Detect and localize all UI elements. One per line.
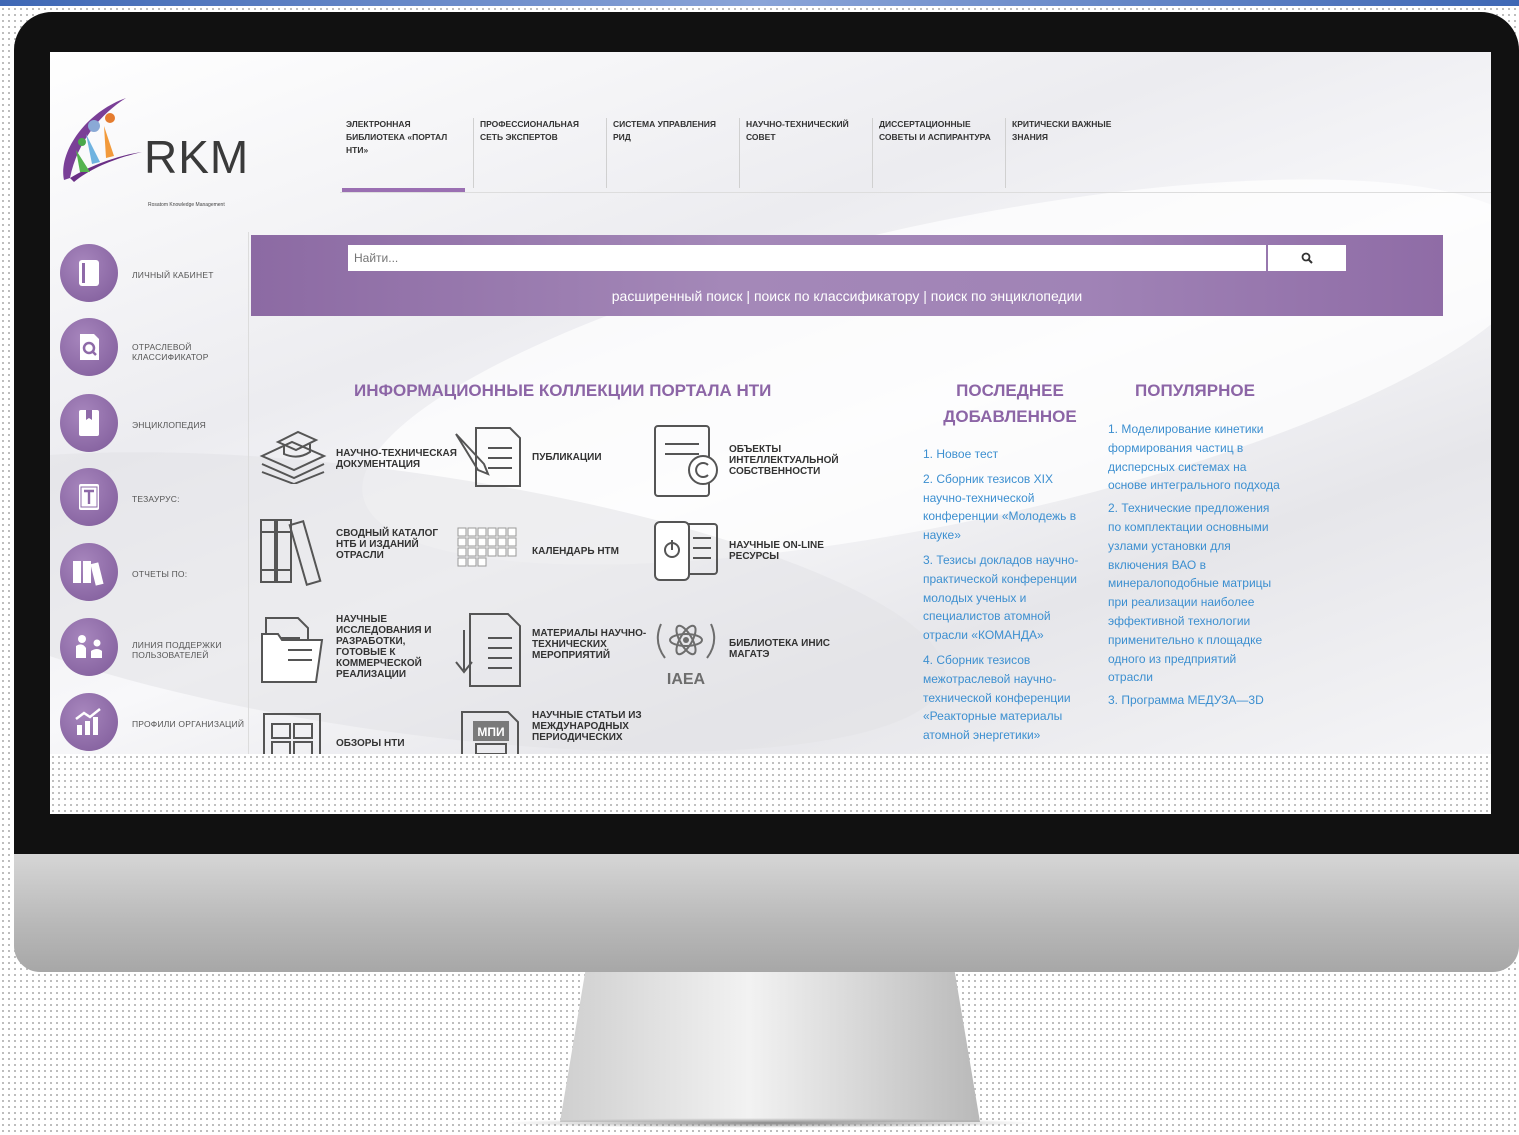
sidebar-item-encyclopedia[interactable]: ЭНЦИКЛОПЕДИЯ	[60, 394, 260, 454]
collection-label: ПУБЛИКАЦИИ	[532, 452, 602, 463]
nav-divider	[340, 192, 1491, 193]
collection-label: ОБЗОРЫ НТИ	[336, 738, 405, 749]
collection-online-resources[interactable]: НАУЧНЫЕ ON-LINE РЕСУРСЫ	[651, 518, 851, 598]
sidebar-item-label: ЭНЦИКЛОПЕДИЯ	[132, 420, 206, 430]
sidebar-item-label: ТЕЗАУРУС:	[132, 494, 180, 504]
stand-shadow	[500, 1118, 1040, 1128]
support-icon	[60, 618, 118, 676]
monitor-chin	[14, 854, 1519, 972]
sidebar-item-organization-profiles[interactable]: ПРОФИЛИ ОРГАНИЗАЦИЙ	[60, 693, 260, 753]
collection-technical-documentation[interactable]: НАУЧНО-ТЕХНИЧЕСКАЯ ДОКУМЕНТАЦИЯ	[258, 422, 458, 502]
popular-item[interactable]: 2. Технические предложения по комплектац…	[1108, 499, 1280, 687]
collection-label: НАУЧНЫЕ ИССЛЕДОВАНИЯ И РАЗРАБОТКИ, ГОТОВ…	[336, 614, 432, 680]
monitor-screen: RKM Rosatom Knowledge Management ЭЛЕКТРО…	[50, 52, 1491, 754]
collection-publications[interactable]: ПУБЛИКАЦИИ	[454, 422, 654, 502]
sidebar-item-label: ОТЧЕТЫ ПО:	[132, 569, 188, 579]
layout-document-icon	[263, 713, 321, 754]
search-links: расширенный поиск | поиск по классификат…	[251, 288, 1443, 304]
classifier-search-link[interactable]: поиск по классификатору	[754, 288, 919, 304]
logo-wordmark: RKM	[144, 131, 250, 183]
collection-intellectual-property[interactable]: ОБЪЕКТЫ ИНТЕЛЛЕКТУАЛЬНОЙ СОБСТВЕННОСТИ	[651, 422, 851, 502]
nav-dissertation-councils[interactable]: ДИССЕРТАЦИОННЫЕ СОВЕТЫ И АСПИРАНТУРА	[872, 118, 999, 188]
sidebar: ЛИЧНЫЙ КАБИНЕТ ОТРАСЛЕВОЙ КЛАССИФИКАТОР …	[50, 232, 249, 754]
folder-documents-icon	[261, 617, 324, 683]
link-separator: |	[919, 288, 931, 304]
nav-expert-network[interactable]: ПРОФЕССИОНАЛЬНАЯ СЕТЬ ЭКСПЕРТОВ	[473, 118, 600, 188]
sidebar-item-label: ЛИЧНЫЙ КАБИНЕТ	[132, 270, 214, 280]
latest-list: 1. Новое тест 2. Сборник тезисов XIX нау…	[923, 445, 1095, 745]
document-pencil-icon	[455, 427, 521, 487]
collection-union-catalog[interactable]: СВОДНЫЙ КАТАЛОГ НТБ И ИЗДАНИЙ ОТРАСЛИ	[258, 518, 458, 598]
popular-title: ПОПУЛЯРНОЕ	[1135, 381, 1255, 400]
collection-international-articles[interactable]: МПИ НАУЧНЫЕ СТАТЬИ ИЗ МЕЖДУНАРОДНЫХ ПЕРИ…	[454, 708, 654, 754]
encyclopedia-search-link[interactable]: поиск по энциклопедии	[931, 288, 1082, 304]
search-button[interactable]	[1268, 245, 1346, 271]
collection-label: НАУЧНЫЕ ON-LINE РЕСУРСЫ	[729, 540, 824, 562]
collection-label: НАУЧНО-ТЕХНИЧЕСКАЯ ДОКУМЕНТАЦИЯ	[336, 448, 457, 470]
collection-label: СВОДНЫЙ КАТАЛОГ НТБ И ИЗДАНИЙ ОТРАСЛИ	[336, 528, 439, 561]
nav-electronic-library[interactable]: ЭЛЕКТРОННАЯ БИБЛИОТЕКА «ПОРТАЛ НТИ»	[340, 118, 466, 188]
advanced-search-link[interactable]: расширенный поиск	[612, 288, 743, 304]
copyright-document-icon	[654, 425, 718, 497]
file-search-icon	[60, 318, 118, 376]
collection-ntm-calendar[interactable]: КАЛЕНДАРЬ НТМ	[454, 526, 654, 606]
calendar-grid-icon	[457, 527, 517, 567]
thesaurus-icon	[60, 468, 118, 526]
nav-scientific-council[interactable]: НАУЧНО-ТЕХНИЧЕСКИЙ СОВЕТ	[739, 118, 866, 188]
book-icon	[60, 244, 118, 302]
mpi-document-icon: МПИ	[461, 711, 519, 754]
mpi-emblem-text: МПИ	[477, 725, 504, 739]
collection-inis-library[interactable]: IAEA БИБЛИОТЕКА ИНИС МАГАТЭ	[651, 612, 851, 692]
popular-item[interactable]: 3. Программа МЕДУЗА—3D	[1108, 691, 1280, 710]
latest-item[interactable]: 3. Тезисы докладов научно-практической к…	[923, 551, 1095, 645]
collection-nti-reviews[interactable]: ОБЗОРЫ НТИ	[258, 708, 458, 754]
rkm-logo-icon	[63, 98, 142, 182]
latest-title: ПОСЛЕДНЕЕ ДОБАВЛЕННОЕ	[943, 381, 1077, 426]
nav-rid-management[interactable]: СИСТЕМА УПРАВЛЕНИЯ РИД	[606, 118, 733, 188]
collections-title: ИНФОРМАЦИОННЫЕ КОЛЛЕКЦИИ ПОРТАЛА НТИ	[354, 381, 772, 400]
books-icon	[260, 519, 322, 586]
monitor-stand	[560, 972, 980, 1122]
binders-icon	[60, 543, 118, 601]
sidebar-item-label: ОТРАСЛЕВОЙ КЛАССИФИКАТОР	[132, 342, 209, 362]
top-accent-line	[0, 0, 1519, 6]
sidebar-item-support[interactable]: ЛИНИЯ ПОДДЕРЖКИ ПОЛЬЗОВАТЕЛЕЙ	[60, 618, 260, 678]
collection-label: МАТЕРИАЛЫ НАУЧНО-ТЕХНИЧЕСКИХ МЕРОПРИЯТИЙ	[532, 628, 647, 661]
search-band: расширенный поиск | поиск по классификат…	[251, 235, 1443, 316]
logo-subtitle: Rosatom Knowledge Management	[148, 202, 225, 208]
collection-research-developments[interactable]: НАУЧНЫЕ ИССЛЕДОВАНИЯ И РАЗРАБОТКИ, ГОТОВ…	[258, 612, 458, 692]
collection-label: КАЛЕНДАРЬ НТМ	[532, 546, 619, 557]
latest-item[interactable]: 1. Новое тест	[923, 445, 1095, 464]
search-icon	[1301, 252, 1313, 264]
sidebar-item-personal-account[interactable]: ЛИЧНЫЙ КАБИНЕТ	[60, 244, 260, 304]
popular-item[interactable]: 1. Моделирование кинетики формирования ч…	[1108, 420, 1280, 495]
iaea-emblem-icon: IAEA	[656, 623, 716, 688]
link-separator: |	[742, 288, 754, 304]
sidebar-item-reports[interactable]: ОТЧЕТЫ ПО:	[60, 543, 260, 603]
sidebar-item-classifier[interactable]: ОТРАСЛЕВОЙ КЛАССИФИКАТОР	[60, 318, 260, 378]
graduation-stack-icon	[259, 430, 327, 484]
rkm-logo[interactable]: RKM Rosatom Knowledge Management	[56, 92, 250, 208]
document-download-icon	[455, 613, 521, 687]
sidebar-item-label: ПРОФИЛИ ОРГАНИЗАЦИЙ	[132, 719, 245, 729]
latest-item[interactable]: 4. Сборник тезисов межотраслевой научно-…	[923, 651, 1095, 745]
sidebar-item-thesaurus[interactable]: ТЕЗАУРУС:	[60, 468, 260, 528]
bookmark-book-icon	[60, 394, 118, 452]
collection-label: БИБЛИОТЕКА ИНИС МАГАТЭ	[729, 638, 830, 660]
search-input[interactable]	[348, 245, 1266, 271]
collection-event-materials[interactable]: МАТЕРИАЛЫ НАУЧНО-ТЕХНИЧЕСКИХ МЕРОПРИЯТИЙ	[454, 612, 654, 692]
popular-list: 1. Моделирование кинетики формирования ч…	[1108, 420, 1280, 752]
collection-label: ОБЪЕКТЫ ИНТЕЛЛЕКТУАЛЬНОЙ СОБСТВЕННОСТИ	[729, 444, 839, 477]
collection-label: НАУЧНЫЕ СТАТЬИ ИЗ МЕЖДУНАРОДНЫХ ПЕРИОДИЧ…	[532, 710, 642, 743]
screen-blank-area	[50, 754, 1491, 814]
growth-chart-icon	[60, 693, 118, 751]
latest-item[interactable]: 2. Сборник тезисов XIX научно-техническо…	[923, 470, 1095, 545]
iaea-emblem-text: IAEA	[667, 671, 706, 688]
tablet-power-icon	[654, 521, 718, 581]
nav-critical-knowledge[interactable]: КРИТИЧЕСКИ ВАЖНЫЕ ЗНАНИЯ	[1005, 118, 1132, 188]
sidebar-item-label: ЛИНИЯ ПОДДЕРЖКИ ПОЛЬЗОВАТЕЛЕЙ	[132, 640, 222, 660]
